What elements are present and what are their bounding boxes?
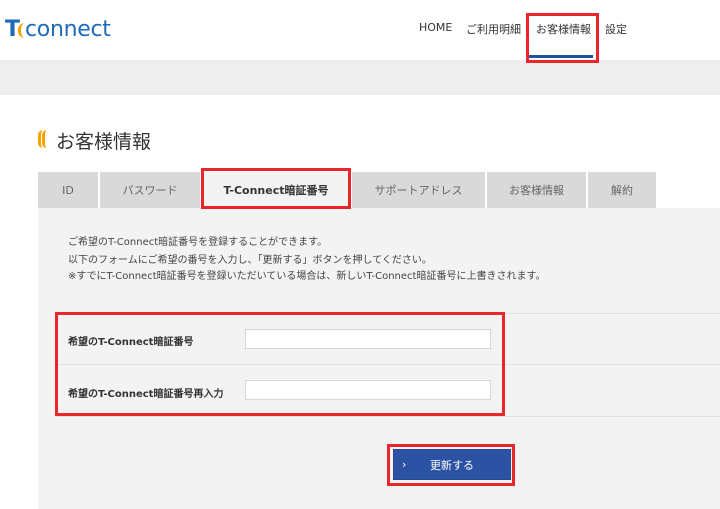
tab-tconnect-pin[interactable]: T-Connect暗証番号 [202,172,350,208]
nav-usage[interactable]: ご利用明細 [466,21,521,37]
pin-confirm-input[interactable] [245,380,491,400]
title-accent-icon [38,130,52,148]
tab-label: サポートアドレス [374,184,463,197]
header-band [0,60,720,95]
pin-confirm-label: 希望のT-Connect暗証番号再入力 [68,389,224,400]
nav-active-indicator [529,55,593,58]
logo-letter-t: T [5,16,20,42]
tab-id[interactable]: ID [38,172,98,208]
nav-settings[interactable]: 設定 [605,21,627,37]
tab-password[interactable]: パスワード [100,172,200,208]
tab-support-address[interactable]: サポートアドレス [352,172,485,208]
pin-input[interactable] [245,329,491,349]
tab-customer-info[interactable]: お客様情報 [487,172,586,208]
tab-label: パスワード [122,184,178,197]
description-line-2: 以下のフォームにご希望の番号を入力し、「更新する」ボタンを押してください。 [68,255,432,266]
logo-accent-icon [18,22,25,38]
update-button[interactable]: › 更新する [393,449,511,480]
chevron-right-icon: › [402,458,407,471]
tab-cancel[interactable]: 解約 [588,172,656,208]
tconnect-logo[interactable]: T connect [5,14,111,44]
logo-text: connect [25,16,111,42]
description-line-1: ご希望のT-Connect暗証番号を登録することができます。 [68,237,328,248]
update-button-label: 更新する [430,458,474,472]
tab-label: T-Connect暗証番号 [223,184,329,197]
header: T connect HOME ご利用明細 お客様情報 設定 [0,0,720,60]
tab-label: お客様情報 [509,184,564,197]
nav-home[interactable]: HOME [419,21,452,34]
nav-customer-info[interactable]: お客様情報 [536,21,591,37]
description-line-3: ※すでにT-Connect暗証番号を登録いただいている場合は、新しいT-Conn… [68,271,546,282]
tab-label: 解約 [611,184,633,197]
pin-label: 希望のT-Connect暗証番号 [68,337,194,348]
page-title: お客様情報 [56,131,152,153]
tab-label: ID [62,183,74,197]
form-divider [55,364,720,365]
